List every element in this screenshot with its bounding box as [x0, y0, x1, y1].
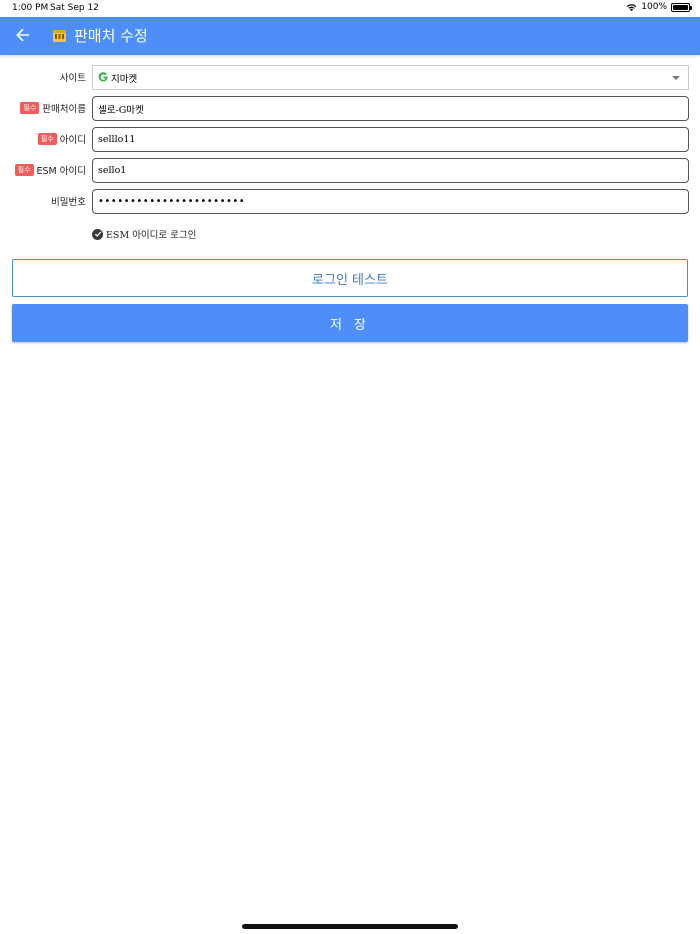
site-value: 지마켓 — [111, 73, 138, 85]
required-badge: 필수 — [37, 133, 57, 145]
esm-login-checkbox[interactable] — [92, 228, 103, 240]
save-button[interactable]: 저 장 — [12, 304, 688, 342]
chevron-down-icon — [672, 76, 680, 80]
required-badge: 필수 — [14, 164, 34, 176]
site-row: 사이트 지마켓 — [0, 65, 700, 90]
password-input[interactable]: ••••••••••••••••••••••• — [92, 189, 689, 214]
esm-id-row: 필수 ESM 아이디 sello1 — [0, 158, 700, 183]
seller-name-row: 필수 판매처이름 셀로-G마켓 — [0, 96, 700, 121]
seller-name-label: 필수 판매처이름 — [20, 101, 86, 115]
battery-percent: 100% — [641, 2, 667, 12]
esm-id-label: 필수 ESM 아이디 — [14, 163, 86, 177]
esm-login-label: ESM 아이디로 로그인 — [106, 230, 197, 241]
wifi-icon — [626, 3, 637, 11]
app-bar: 판매처 수정 — [0, 17, 700, 55]
login-test-button[interactable]: 로그인 테스트 — [12, 259, 688, 297]
site-select[interactable]: 지마켓 — [92, 65, 689, 90]
esm-id-input[interactable]: sello1 — [92, 158, 689, 183]
shop-icon — [53, 30, 66, 42]
g-logo-icon — [98, 72, 108, 82]
user-id-row: 필수 아이디 selllo11 — [0, 127, 700, 152]
home-indicator[interactable] — [242, 924, 458, 929]
required-badge: 필수 — [20, 102, 40, 114]
battery-icon — [671, 2, 692, 12]
status-bar: 1:00 PM Sat Sep 12 100% — [0, 0, 700, 17]
status-right: 100% — [626, 2, 692, 12]
seller-name-input[interactable]: 셀로-G마켓 — [92, 96, 689, 121]
user-id-input[interactable]: selllo11 — [92, 127, 689, 152]
status-date: Sat Sep 12 — [50, 3, 99, 13]
page-title: 판매처 수정 — [74, 27, 148, 45]
site-label: 사이트 — [59, 73, 86, 84]
password-row: 비밀번호 ••••••••••••••••••••••• — [0, 189, 700, 214]
check-icon — [94, 231, 101, 237]
arrow-left-icon[interactable] — [14, 26, 32, 44]
user-id-label: 필수 아이디 — [37, 132, 86, 146]
esm-login-checkbox-row[interactable]: ESM 아이디로 로그인 — [92, 227, 196, 241]
password-label: 비밀번호 — [51, 197, 86, 208]
status-time: 1:00 PM — [12, 3, 49, 13]
